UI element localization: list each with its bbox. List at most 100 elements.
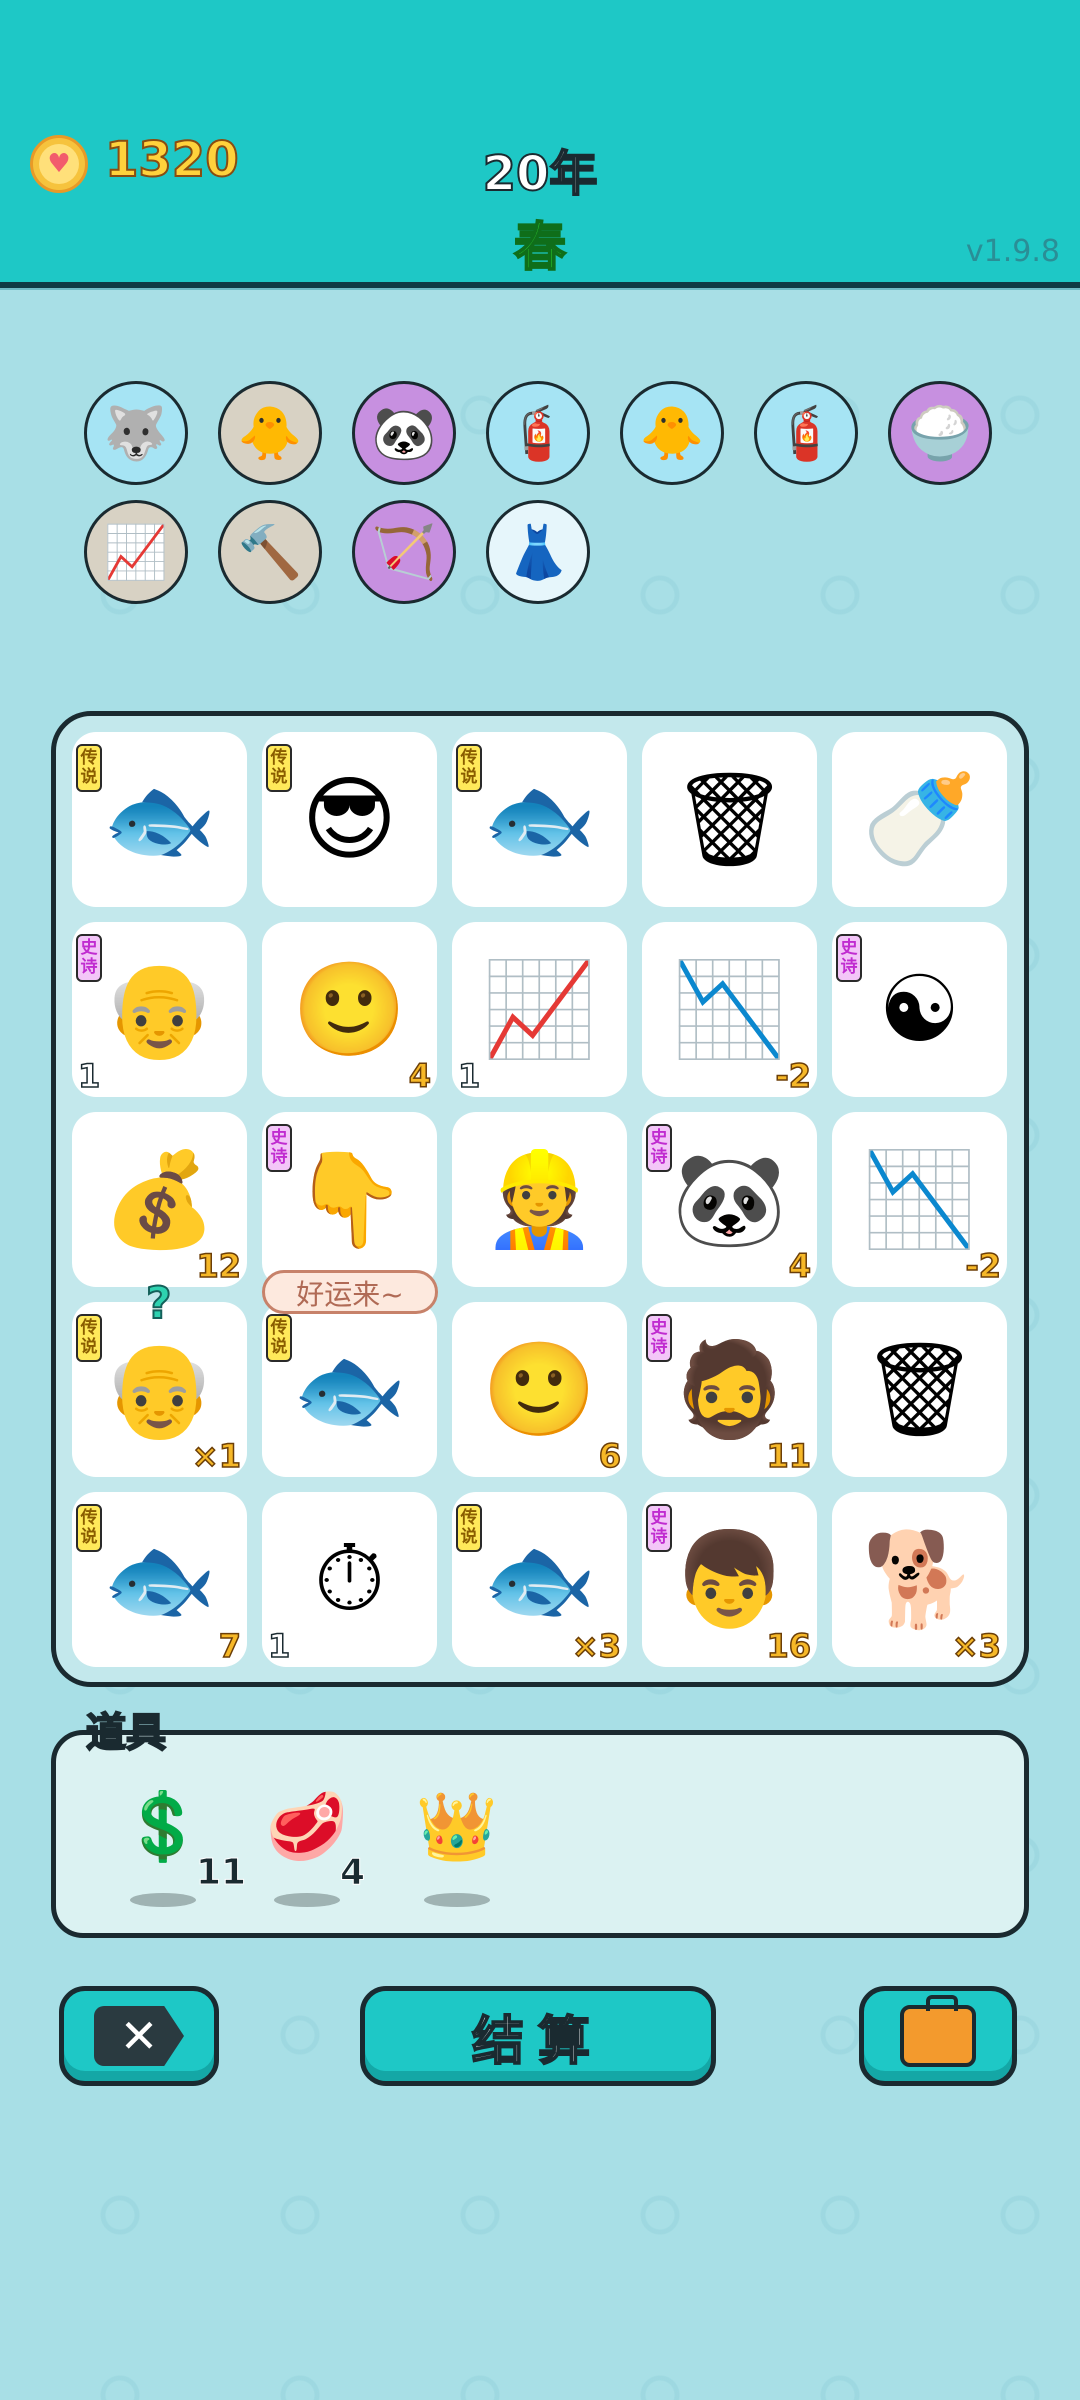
hen-egg-icon: 🐥 xyxy=(237,403,303,464)
crown-icon[interactable]: 👑 xyxy=(412,1782,502,1872)
cell-value: 16 xyxy=(766,1626,812,1666)
board-cell[interactable]: 🐟 传说 ×3 xyxy=(452,1492,627,1667)
owned-item-4[interactable]: 🐥 xyxy=(620,381,724,485)
board-cell[interactable]: 💰 12 xyxy=(72,1112,247,1287)
board-cell[interactable]: 🐟 传说 7 xyxy=(72,1492,247,1667)
rising-arrow-icon: 📈 xyxy=(103,522,169,583)
sunglasses-man-icon: 😎 xyxy=(301,766,398,873)
board-cell[interactable]: 👇 史诗 xyxy=(262,1112,437,1287)
owned-item-3[interactable]: 🧯 xyxy=(486,381,590,485)
trend-down-chart-icon: 📉 xyxy=(862,1145,977,1253)
board-cell[interactable]: 😎 传说 xyxy=(262,732,437,907)
prop-count: 11 xyxy=(195,1852,247,1894)
cell-value: 4 xyxy=(788,1246,812,1286)
pointing-hand-icon: 👇 xyxy=(292,1145,407,1253)
briefcase-button[interactable] xyxy=(859,1986,1017,2086)
cell-value: ×1 xyxy=(191,1436,242,1476)
board-cell[interactable]: 🐟 传说 xyxy=(262,1302,437,1477)
board-cell[interactable]: 🍼 xyxy=(832,732,1007,907)
koi-fish-icon: 🐟 xyxy=(482,1525,597,1633)
props-title: 道具 xyxy=(85,1709,167,1757)
bald-grandpa-icon: 👴 xyxy=(102,1335,217,1443)
board-cell[interactable]: ☯ 史诗 xyxy=(832,922,1007,1097)
cell-value: ×3 xyxy=(571,1626,622,1666)
board-cell[interactable]: 🙂 4 xyxy=(262,922,437,1097)
koi-fish-icon: 🐟 xyxy=(482,765,597,873)
epic-badge: 史诗 xyxy=(76,934,102,982)
panda-icon: 🐼 xyxy=(371,403,437,464)
legend-badge: 传说 xyxy=(456,744,482,792)
cell-counter: 1 xyxy=(77,1056,101,1096)
epic-badge: 史诗 xyxy=(646,1504,672,1552)
board-cell[interactable]: 👦 史诗 16 xyxy=(642,1492,817,1667)
board-cell[interactable]: ⏱ 1 xyxy=(262,1492,437,1667)
prop-shadow xyxy=(130,1893,196,1907)
man-face-icon: 🙂 xyxy=(482,1335,597,1443)
legend-badge: 传说 xyxy=(76,744,102,792)
board-cell[interactable]: 🐟 传说 xyxy=(72,732,247,907)
owned-item-2[interactable]: 🐼 xyxy=(352,381,456,485)
owned-item-6[interactable]: 🍚 xyxy=(888,381,992,485)
version-label: v1.9.8 xyxy=(965,234,1060,269)
cell-value: -2 xyxy=(775,1056,812,1096)
rice-bowl-icon: 🍚 xyxy=(907,403,973,464)
cell-value: 12 xyxy=(196,1246,242,1286)
man-face-icon: 🙂 xyxy=(292,955,407,1063)
board-cell[interactable]: 👴 史诗 1 xyxy=(72,922,247,1097)
board-cell[interactable]: 📉 -2 xyxy=(642,922,817,1097)
owned-item-1[interactable]: 🐥 xyxy=(218,381,322,485)
prop-count: 4 xyxy=(339,1852,366,1894)
cell-value: 6 xyxy=(598,1436,622,1476)
gold-coins-bank-icon: 💰 xyxy=(102,1145,217,1253)
cell-value: 4 xyxy=(408,1056,432,1096)
stopwatch-card-icon: ⏱ xyxy=(313,1525,386,1632)
board-cell[interactable]: 📉 -2 xyxy=(832,1112,1007,1287)
legend-badge: 传说 xyxy=(266,744,292,792)
board-cell[interactable]: 🙂 6 xyxy=(452,1302,627,1477)
exit-button[interactable]: ✕ xyxy=(59,1986,219,2086)
owned-item-5[interactable]: 🧯 xyxy=(754,381,858,485)
panda-icon: 🐼 xyxy=(672,1145,787,1253)
legend-badge: 传说 xyxy=(76,1504,102,1552)
worker-cap-man-icon: 👷 xyxy=(482,1145,597,1253)
board-cell[interactable]: 🐕 ×3 xyxy=(832,1492,1007,1667)
owned-item-0[interactable]: 🐺 xyxy=(84,381,188,485)
board-cell[interactable]: 🐟 传说 xyxy=(452,732,627,907)
owned-item-9[interactable]: 🏹 xyxy=(352,500,456,604)
board-cell[interactable]: 🗑 xyxy=(642,732,817,907)
cell-value: -2 xyxy=(965,1246,1002,1286)
slingshot-icon: 🏹 xyxy=(371,522,437,583)
dollar-coin-icon[interactable]: 💲 xyxy=(118,1782,208,1872)
trend-up-card-icon: 📈 xyxy=(482,955,597,1063)
speech-bubble: 好运来~ xyxy=(262,1270,438,1314)
cell-counter: 1 xyxy=(457,1056,481,1096)
cell-value: ×3 xyxy=(951,1626,1002,1666)
husky-dog-icon: 🐕 xyxy=(862,1525,977,1633)
pump-icon: 🧯 xyxy=(773,403,839,464)
owned-item-7[interactable]: 📈 xyxy=(84,500,188,604)
garbage-bag-icon: 🗑 xyxy=(671,765,788,873)
skirt-icon: 👗 xyxy=(505,522,571,583)
settle-button[interactable]: 结算 xyxy=(360,1986,716,2086)
board-cell[interactable]: 👷 xyxy=(452,1112,627,1287)
garbage-bag-icon: 🗑 xyxy=(861,1335,978,1443)
legend-badge: 传说 xyxy=(456,1504,482,1552)
close-icon: ✕ xyxy=(94,2006,184,2066)
hammer-icon: 🔨 xyxy=(237,522,303,583)
liver-icon[interactable]: 🥩 xyxy=(262,1782,352,1872)
year-label: 20年 xyxy=(482,145,599,203)
board-cell[interactable]: 🗑 xyxy=(832,1302,1007,1477)
koi-fish-icon: 🐟 xyxy=(292,1335,407,1443)
season-label: 春 xyxy=(513,217,567,279)
prop-shadow xyxy=(424,1893,490,1907)
board-cell[interactable]: 🧔 史诗 11 xyxy=(642,1302,817,1477)
pump-icon: 🧯 xyxy=(505,403,571,464)
cell-value: 11 xyxy=(766,1436,812,1476)
koi-fish-icon: 🐟 xyxy=(102,765,217,873)
briefcase-icon xyxy=(900,1995,976,2067)
board-cell[interactable]: 🐼 史诗 4 xyxy=(642,1112,817,1287)
board-cell[interactable]: 📈 1 xyxy=(452,922,627,1097)
owned-item-8[interactable]: 🔨 xyxy=(218,500,322,604)
owned-item-10[interactable]: 👗 xyxy=(486,500,590,604)
milk-bottle-icon: 🍼 xyxy=(862,765,977,873)
